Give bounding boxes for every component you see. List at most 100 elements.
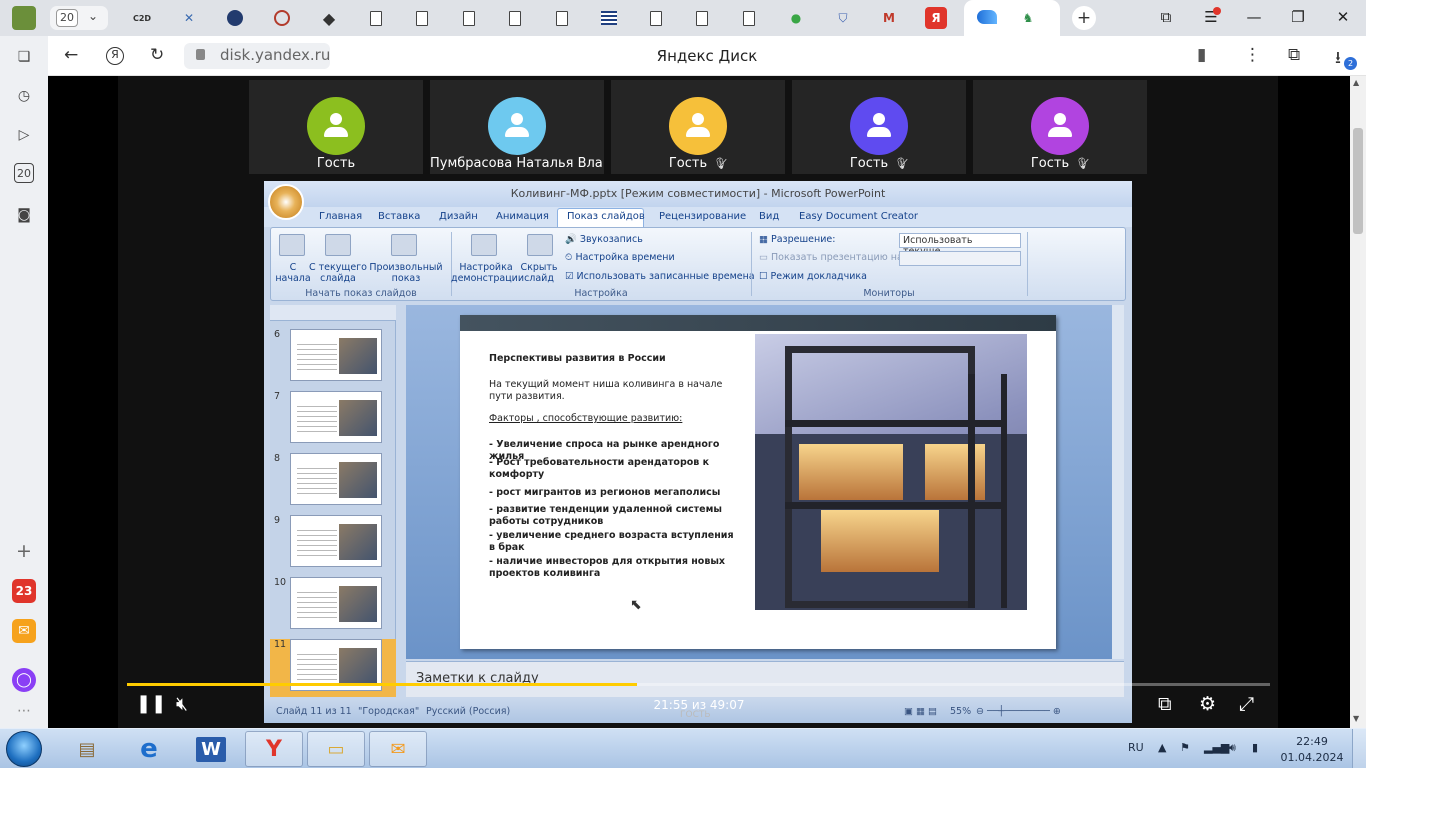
network-icon[interactable]: ▂▄▆ bbox=[1204, 741, 1229, 754]
file-explorer-icon[interactable]: ▭ bbox=[307, 731, 365, 767]
thumb-number: 10 bbox=[274, 577, 287, 588]
subtitles-icon[interactable]: ⧉ bbox=[1158, 693, 1172, 715]
slide-thumbnail[interactable] bbox=[290, 515, 382, 567]
tab-site-icon[interactable] bbox=[598, 7, 620, 29]
collections-icon[interactable]: ⧉ bbox=[1151, 8, 1181, 26]
internet-explorer-icon[interactable]: e bbox=[120, 731, 178, 767]
more-icon[interactable]: ⋯ bbox=[12, 699, 36, 723]
tab-site-icon[interactable]: ● bbox=[785, 7, 807, 29]
volume-icon[interactable]: 🔊︎ bbox=[1229, 741, 1236, 755]
restore-button[interactable]: ❐ bbox=[1283, 8, 1313, 26]
alice-icon[interactable]: ◯ bbox=[12, 668, 36, 692]
history-icon[interactable]: ◷ bbox=[12, 84, 36, 108]
scroll-up-icon[interactable]: ▲ bbox=[1353, 78, 1359, 87]
tab-document-icon[interactable] bbox=[504, 7, 526, 29]
slide-intro: На текущий момент ниша коливинга в начал… bbox=[489, 379, 723, 402]
tab-document-icon[interactable] bbox=[411, 7, 433, 29]
tab-count-badge: 20 bbox=[56, 9, 78, 27]
language-indicator[interactable]: RU bbox=[1128, 741, 1144, 754]
video-player[interactable]: Гость Пумбрасова Наталья Вла🎙︎̸ Гость🎙︎̸ Го… bbox=[118, 76, 1278, 728]
url-field[interactable]: disk.yandex.ru bbox=[184, 43, 330, 69]
scroll-down-icon[interactable]: ▼ bbox=[1353, 714, 1359, 723]
reload-icon[interactable]: ↻ bbox=[150, 45, 164, 65]
yandex-button-icon[interactable]: Я bbox=[106, 47, 124, 65]
video-progress-track[interactable] bbox=[127, 683, 1270, 686]
shield-icon[interactable]: ⛉ bbox=[832, 7, 854, 29]
battery-icon[interactable]: ▮ bbox=[1252, 741, 1258, 754]
tab-document-icon[interactable] bbox=[551, 7, 573, 29]
gmail-icon[interactable]: M bbox=[878, 7, 900, 29]
thumb-number: 11 bbox=[274, 639, 287, 650]
ppt-show-on-label: ▭ Показать презентацию на: bbox=[759, 252, 906, 263]
tab-document-icon[interactable] bbox=[738, 7, 760, 29]
participant-tile[interactable]: Гость 🎙︎̸ bbox=[611, 80, 785, 174]
minimize-button[interactable]: — bbox=[1239, 8, 1269, 26]
scrollbar-thumb[interactable] bbox=[1353, 128, 1363, 234]
extensions-icon[interactable]: ⧉ bbox=[1288, 45, 1300, 65]
show-desktop-button[interactable] bbox=[1352, 729, 1366, 768]
tab-document-icon[interactable] bbox=[365, 7, 387, 29]
slide-header-band bbox=[460, 315, 1056, 331]
setup-show-icon bbox=[471, 234, 497, 256]
add-icon[interactable]: + bbox=[12, 539, 36, 563]
ppt-tab: Дизайн bbox=[439, 211, 478, 222]
slide-thumbnail[interactable] bbox=[290, 391, 382, 443]
start-button[interactable] bbox=[6, 731, 42, 767]
mail-counter[interactable]: 23 bbox=[12, 579, 36, 603]
participant-tile[interactable]: Гость 🎙︎̸ bbox=[792, 80, 966, 174]
download-icon[interactable]: ⭳ 2 bbox=[1335, 45, 1357, 74]
participant-name: Гость bbox=[316, 156, 356, 171]
more-options-icon[interactable]: ⋮ bbox=[1244, 45, 1261, 65]
tabs-icon[interactable]: ❏ bbox=[12, 45, 36, 69]
page-scrollbar[interactable]: ▲ ▼ bbox=[1350, 76, 1366, 728]
slide-scrollbar bbox=[1112, 305, 1124, 659]
back-arrow-icon[interactable]: ← bbox=[64, 45, 78, 65]
ppt-tab: Рецензирование bbox=[659, 211, 747, 222]
tab-site-icon[interactable]: ♞ bbox=[1017, 7, 1039, 29]
bookmark-icon[interactable]: ▮ bbox=[1197, 45, 1206, 65]
ppt-ribbon-tabs: Главная Вставка Дизайн Анимация Показ сл… bbox=[264, 207, 1132, 227]
browser-profile-icon[interactable] bbox=[12, 6, 36, 30]
browser-sidebar: ❏ ◷ ▷ 20 ◙ + 23 ✉ ◯ ⋯ bbox=[0, 36, 48, 728]
tab-document-icon[interactable] bbox=[458, 7, 480, 29]
participant-tile[interactable]: Пумбрасова Наталья Вла🎙︎̸ bbox=[430, 80, 604, 174]
yandex-browser-taskbar[interactable]: Y bbox=[245, 731, 303, 767]
new-tab-button[interactable]: + bbox=[1072, 6, 1096, 30]
tab-site-icon[interactable] bbox=[271, 7, 293, 29]
video-time: 21:55 из 49:07 bbox=[653, 698, 745, 712]
settings-gear-icon[interactable]: ⚙ bbox=[1199, 693, 1216, 715]
tab-document-icon[interactable] bbox=[691, 7, 713, 29]
ppt-btn-custom: Произвольный показ bbox=[369, 262, 443, 284]
active-tab[interactable] bbox=[964, 0, 1060, 36]
play-icon[interactable]: ▷ bbox=[12, 123, 36, 147]
slide-thumbnail[interactable] bbox=[290, 329, 382, 381]
menu-icon[interactable]: ☰ bbox=[1196, 7, 1226, 26]
fullscreen-icon[interactable]: ⤢ bbox=[1239, 693, 1254, 715]
ppt-res-combo: Использовать текуще... bbox=[899, 233, 1021, 257]
tab-document-icon[interactable] bbox=[645, 7, 667, 29]
slideshow-current-icon bbox=[325, 234, 351, 256]
tray-expand-icon[interactable]: ▲ bbox=[1158, 741, 1166, 754]
tab-yandex[interactable]: Я bbox=[925, 7, 947, 29]
tab-count-button[interactable]: 20 ⌄ bbox=[50, 6, 108, 30]
slide-factors-title: Факторы , способствующие развитию: bbox=[489, 413, 683, 424]
action-center-flag-icon[interactable]: ⚑ bbox=[1180, 741, 1190, 754]
taskbar-app-archive[interactable]: ▤ bbox=[58, 731, 116, 767]
tab-site-icon[interactable]: ◆ bbox=[318, 7, 340, 29]
mail-icon[interactable]: ✉ bbox=[12, 619, 36, 643]
slide-thumbnail[interactable] bbox=[290, 577, 382, 629]
clock[interactable]: 22:49 01.04.2024 bbox=[1276, 734, 1348, 766]
tab-site-icon[interactable] bbox=[224, 7, 246, 29]
participant-tile[interactable]: Гость bbox=[249, 80, 423, 174]
slide-thumbnail[interactable] bbox=[290, 453, 382, 505]
word-icon[interactable]: W bbox=[182, 731, 240, 767]
participant-tile[interactable]: Гость 🎙︎̸ bbox=[973, 80, 1147, 174]
calendar-icon[interactable]: 20 bbox=[14, 163, 34, 183]
mail-app-icon[interactable]: ✉ bbox=[369, 731, 427, 767]
close-button[interactable]: ✕ bbox=[1328, 8, 1358, 26]
tab-site-icon[interactable]: ✕ bbox=[178, 7, 200, 29]
camera-icon[interactable]: ◙ bbox=[12, 203, 36, 227]
ppt-show-on-combo bbox=[899, 251, 1021, 266]
ppt-opt-use-timings: ☑ Использовать записанные времена bbox=[565, 271, 755, 282]
tab-c2d[interactable]: C2D bbox=[131, 7, 153, 29]
